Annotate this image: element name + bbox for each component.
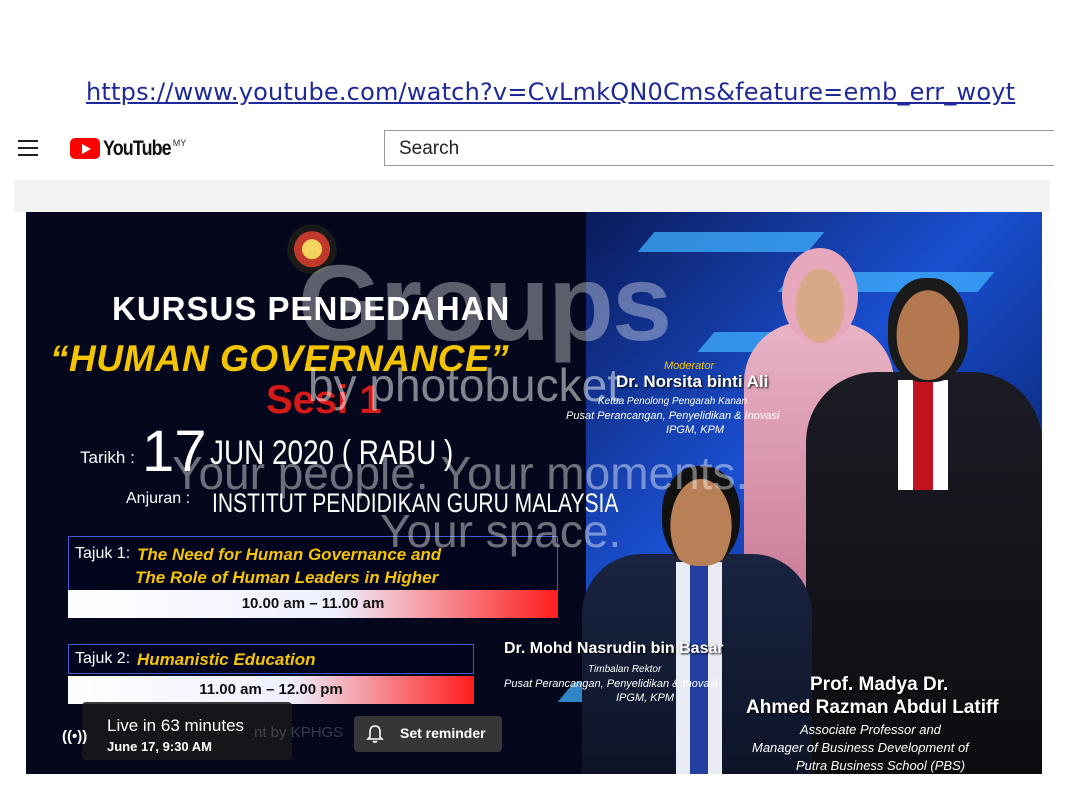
speaker1-title1: Timbalan Rektor — [588, 664, 662, 675]
speaker2-photo-head — [888, 278, 968, 382]
speaker1-photo-tie — [676, 562, 722, 774]
moderator-photo-head — [782, 248, 858, 344]
video-url-link[interactable]: https://www.youtube.com/watch?v=CvLmkQN0… — [86, 78, 1015, 106]
speaker2-photo-tie — [898, 380, 948, 490]
speaker1-name: Dr. Mohd Nasrudin bin Basar — [504, 640, 724, 657]
speaker2-title1: Associate Professor and — [800, 722, 941, 737]
watermark-line1: Your people. Your moments. — [172, 447, 749, 499]
bell-icon — [366, 725, 384, 743]
live-schedule: June 17, 9:30 AM — [107, 739, 213, 754]
topic2-box: Tajuk 2: Humanistic Education — [68, 644, 474, 674]
youtube-play-icon — [70, 138, 100, 159]
speaker2-title2: Manager of Business Development of — [752, 740, 969, 755]
youtube-logo-text: YouTube — [103, 137, 172, 160]
watermark-brand: Groups — [298, 242, 672, 363]
live-broadcast-icon: ((•)) — [62, 728, 88, 745]
moderator-title3: IPGM, KPM — [666, 424, 725, 436]
country-code: MY — [172, 138, 187, 148]
topic2-label: Tajuk 2: — [75, 650, 131, 667]
watermark-by: by photobucket — [308, 359, 621, 411]
youtube-logo[interactable]: YouTube MY — [70, 138, 186, 160]
moderator-role: Moderator — [664, 360, 715, 372]
speaker2-name-line2: Ahmed Razman Abdul Latiff — [746, 697, 999, 718]
search-input[interactable]: Search — [384, 130, 1054, 166]
faint-overlay-text: nt by KPHGS — [254, 724, 344, 741]
set-reminder-label: Set reminder — [400, 725, 486, 741]
topic1-time: 10.00 am – 11.00 am — [68, 590, 558, 618]
topic1-label: Tajuk 1: — [75, 545, 131, 562]
moderator-title1: Ketua Penolong Pengarah Kanan — [598, 396, 748, 407]
watermark-line2: Your space. — [380, 505, 622, 557]
header-gap — [14, 180, 1050, 212]
topic2-title: Humanistic Education — [137, 650, 316, 669]
live-countdown: Live in 63 minutes — [107, 716, 245, 735]
speaker2-title3: Putra Business School (PBS) — [796, 758, 966, 773]
speaker1-title3: IPGM, KPM — [616, 692, 675, 704]
date-label: Tarikh : — [80, 448, 135, 467]
speaker2-name-line1: Prof. Madya Dr. — [810, 674, 949, 695]
menu-icon[interactable] — [18, 140, 38, 156]
moderator-name: Dr. Norsita binti Ali — [616, 372, 769, 391]
topic1-title-line2: The Role of Human Leaders in Higher — [135, 568, 439, 587]
video-player[interactable]: KURSUS PENDEDAHAN “HUMAN GOVERNANCE” Ses… — [26, 212, 1042, 774]
search-placeholder: Search — [399, 138, 460, 159]
speaker1-title2: Pusat Perancangan, Penyelidikan & Inovas… — [504, 678, 718, 690]
topic2-time: 11.00 am – 12.00 pm — [68, 676, 474, 704]
